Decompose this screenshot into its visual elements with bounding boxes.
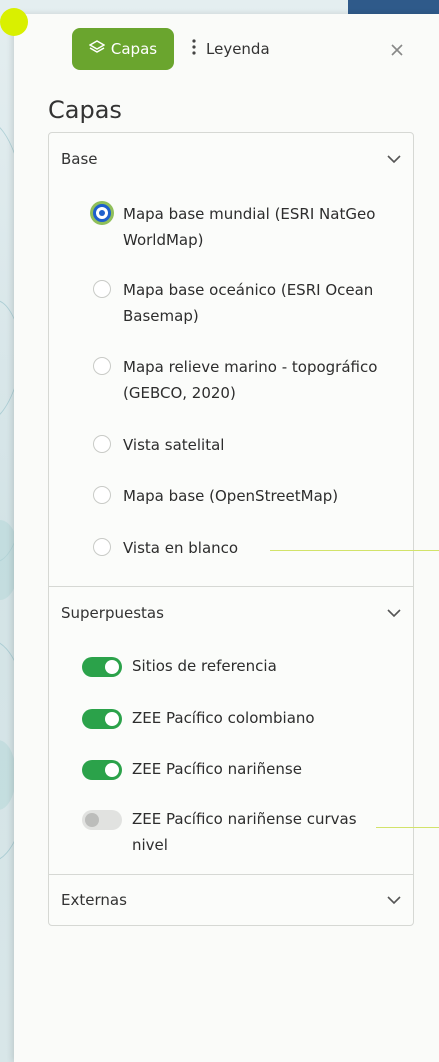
section-base-label: Base: [61, 150, 98, 168]
base-option-ocean[interactable]: Mapa base oceánico (ESRI Ocean Basemap): [93, 277, 393, 329]
base-option-label: Mapa base oceánico (ESRI Ocean Basemap): [123, 281, 374, 325]
base-option-satelital[interactable]: Vista satelital: [93, 432, 393, 458]
base-option-label: Mapa base mundial (ESRI NatGeo WorldMap): [123, 205, 376, 249]
radio[interactable]: [93, 538, 111, 556]
overlay-label: ZEE Pacífico nariñense curvas nivel: [132, 810, 357, 854]
radio[interactable]: [93, 486, 111, 504]
panel-title: Capas: [48, 96, 122, 124]
base-option-blanco[interactable]: Vista en blanco: [93, 535, 393, 561]
radio[interactable]: [93, 435, 111, 453]
chevron-down-icon: [387, 155, 401, 164]
tab-leyenda-label: Leyenda: [206, 40, 270, 58]
radio[interactable]: [93, 280, 111, 298]
layers-accordion: Base Mapa base mundial (ESRI NatGeo Worl…: [48, 132, 414, 926]
radio-selected[interactable]: [93, 204, 111, 222]
overlay-zee-narinense-curvas[interactable]: ZEE Pacífico nariñense curvas nivel: [82, 806, 402, 858]
layers-icon: [88, 40, 106, 58]
toggle-off[interactable]: [82, 810, 122, 830]
tab-capas-label: Capas: [110, 40, 158, 58]
toggle-on[interactable]: [82, 657, 122, 677]
section-externas-label: Externas: [61, 891, 127, 909]
base-option-label: Vista en blanco: [123, 539, 239, 557]
base-option-osm[interactable]: Mapa base (OpenStreetMap): [93, 483, 393, 509]
tab-leyenda[interactable]: Leyenda: [192, 28, 270, 70]
section-base-header[interactable]: Base: [49, 133, 413, 185]
cursor-indicator: [0, 8, 28, 36]
tab-capas[interactable]: Capas: [72, 28, 174, 70]
base-option-label: Mapa base (OpenStreetMap): [123, 487, 339, 505]
overlay-label: ZEE Pacífico nariñense: [132, 760, 302, 778]
overlay-label: Sitios de referencia: [132, 657, 277, 675]
base-option-natgeo[interactable]: Mapa base mundial (ESRI NatGeo WorldMap): [93, 201, 393, 253]
toggle-on[interactable]: [82, 709, 122, 729]
toggle-on[interactable]: [82, 760, 122, 780]
section-externas-header[interactable]: Externas: [49, 875, 413, 925]
overlay-zee-colombiano[interactable]: ZEE Pacífico colombiano: [82, 705, 402, 731]
radio[interactable]: [93, 357, 111, 375]
panel-tabbar: Capas Leyenda: [14, 14, 439, 82]
chevron-down-icon: [387, 609, 401, 618]
section-superpuestas-label: Superpuestas: [61, 604, 164, 622]
chevron-down-icon: [387, 896, 401, 905]
close-icon[interactable]: [386, 38, 408, 60]
guide-line: [376, 827, 439, 828]
layers-panel: Capas Leyenda Capas Base Mapa base mundi…: [14, 14, 439, 1062]
section-superpuestas-header[interactable]: Superpuestas: [49, 587, 413, 639]
map-top-bar: [348, 0, 439, 14]
base-option-gebco[interactable]: Mapa relieve marino - topográfico (GEBCO…: [93, 354, 393, 406]
overlay-label: ZEE Pacífico colombiano: [132, 709, 315, 727]
base-option-label: Vista satelital: [123, 436, 225, 454]
overlay-zee-narinense[interactable]: ZEE Pacífico nariñense: [82, 756, 402, 782]
base-option-label: Mapa relieve marino - topográfico (GEBCO…: [123, 358, 378, 402]
kebab-icon: [192, 38, 196, 60]
overlay-sitios[interactable]: Sitios de referencia: [82, 653, 402, 679]
guide-line: [270, 550, 439, 551]
